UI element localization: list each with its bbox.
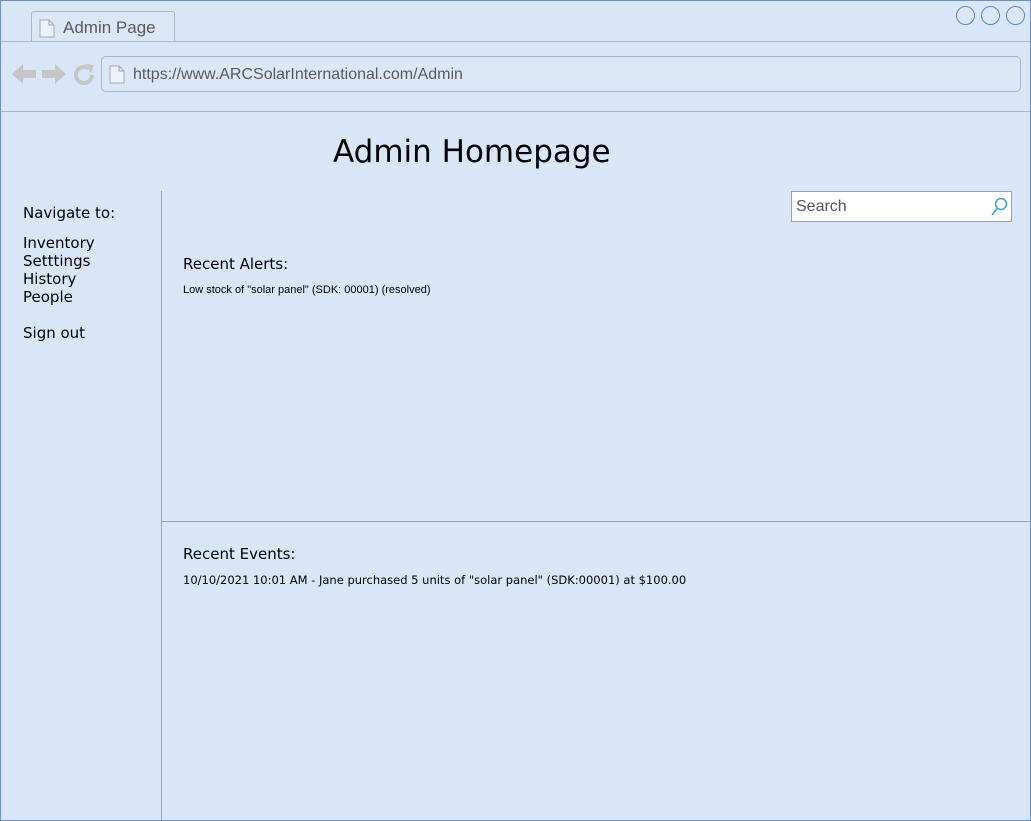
nav-bar-divider (1, 111, 1030, 112)
maximize-button[interactable] (981, 6, 1000, 25)
browser-window: Admin Page https://www.ARCSolarInternati… (0, 0, 1031, 821)
sidebar: Navigate to: Inventory Setttings History… (23, 204, 115, 342)
url-text: https://www.ARCSolarInternational.com/Ad… (133, 66, 463, 83)
tab-bar-divider (1, 41, 1030, 42)
sign-out-link[interactable]: Sign out (23, 324, 115, 342)
search-icon[interactable] (990, 197, 1008, 222)
browser-tab[interactable]: Admin Page (31, 11, 175, 41)
address-bar[interactable]: https://www.ARCSolarInternational.com/Ad… (101, 56, 1021, 92)
sidebar-heading: Navigate to: (23, 204, 116, 222)
sidebar-item-people[interactable]: People (23, 288, 115, 306)
sidebar-item-inventory[interactable]: Inventory (23, 234, 115, 252)
sidebar-item-settings[interactable]: Setttings (23, 252, 115, 270)
minimize-button[interactable] (956, 6, 975, 25)
document-icon (39, 19, 55, 43)
reload-icon[interactable] (72, 63, 96, 92)
back-arrow-icon[interactable] (11, 63, 37, 90)
page-icon (109, 65, 125, 89)
search-input[interactable] (792, 192, 982, 221)
forward-arrow-icon[interactable] (41, 63, 67, 90)
events-heading: Recent Events: (183, 545, 296, 563)
alerts-heading: Recent Alerts: (183, 255, 289, 273)
search-box (791, 191, 1012, 222)
alert-item: Low stock of "solar panel" (SDK: 00001) … (183, 284, 431, 296)
sidebar-item-history[interactable]: History (23, 270, 115, 288)
sidebar-divider (161, 191, 162, 821)
event-item: 10/10/2021 10:01 AM - Jane purchased 5 u… (183, 573, 687, 587)
page-title: Admin Homepage (333, 134, 611, 170)
section-divider (161, 521, 1030, 522)
tab-title: Admin Page (63, 18, 156, 37)
close-button[interactable] (1006, 6, 1025, 25)
